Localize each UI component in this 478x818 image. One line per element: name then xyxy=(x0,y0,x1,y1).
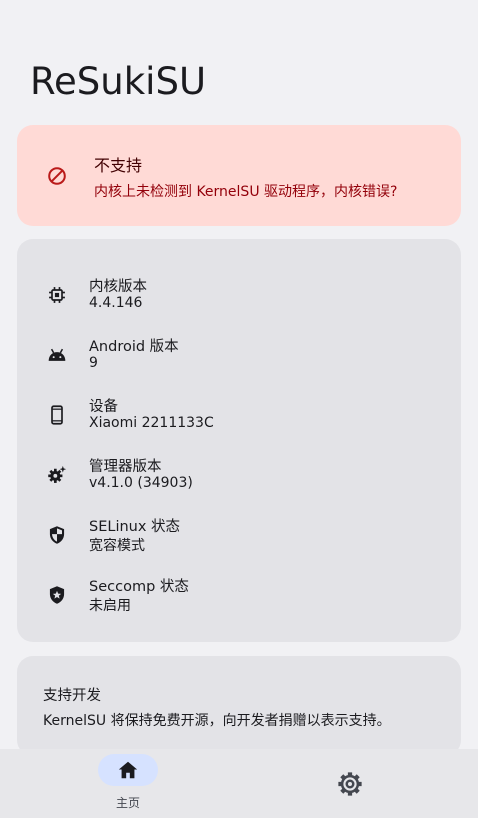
status-card[interactable] xyxy=(17,125,461,226)
phone-icon xyxy=(47,405,67,425)
info-row-manager-version: 管理器版本 v4.1.0 (34903) xyxy=(17,455,461,505)
android-icon xyxy=(47,345,67,365)
info-value: 9 xyxy=(89,355,98,371)
block-icon xyxy=(46,165,68,187)
app-title: ReSukiSU xyxy=(30,60,207,103)
info-label: 管理器版本 xyxy=(89,459,162,475)
info-label: 内核版本 xyxy=(89,279,147,295)
info-value: 未启用 xyxy=(89,598,131,614)
support-description: KernelSU 将保持免费开源，向开发者捐赠以表示支持。 xyxy=(43,713,391,729)
support-title: 支持开发 xyxy=(43,688,101,704)
nav-home-indicator xyxy=(98,754,158,786)
shield-half-icon xyxy=(47,525,67,545)
info-value: 4.4.146 xyxy=(89,295,143,311)
info-label: Seccomp 状态 xyxy=(89,579,189,595)
shield-star-icon xyxy=(47,585,67,605)
info-row-selinux-status: SELinux 状态 宽容模式 xyxy=(17,515,461,565)
info-card: 内核版本 4.4.146 Android 版本 9 设备 Xiaomi 2211 xyxy=(17,239,461,642)
info-value: 宽容模式 xyxy=(89,538,145,554)
chip-icon xyxy=(47,285,67,305)
status-title: 不支持 xyxy=(94,156,143,175)
settings-icon xyxy=(338,772,362,796)
status-description: 内核上未检测到 KernelSU 驱动程序，内核错误? xyxy=(94,184,398,200)
info-label: SELinux 状态 xyxy=(89,519,181,535)
info-row-kernel-version: 内核版本 4.4.146 xyxy=(17,275,461,325)
info-value: v4.1.0 (34903) xyxy=(89,475,193,491)
nav-settings-tab[interactable] xyxy=(335,769,365,799)
bottom-navigation: 主页 xyxy=(0,749,478,818)
support-card[interactable]: 支持开发 KernelSU 将保持免费开源，向开发者捐赠以表示支持。 xyxy=(17,656,461,756)
nav-home-label: 主页 xyxy=(115,796,140,810)
info-row-android-version: Android 版本 9 xyxy=(17,335,461,385)
home-icon xyxy=(118,761,138,779)
info-label: Android 版本 xyxy=(89,339,179,355)
info-value: Xiaomi 2211133C xyxy=(89,415,214,431)
info-label: 设备 xyxy=(89,399,118,415)
nav-home-tab[interactable]: 主页 xyxy=(97,749,159,818)
info-row-seccomp-status: Seccomp 状态 未启用 xyxy=(17,575,461,625)
info-row-device: 设备 Xiaomi 2211133C xyxy=(17,395,461,445)
gear-sparkle-icon xyxy=(47,465,67,485)
